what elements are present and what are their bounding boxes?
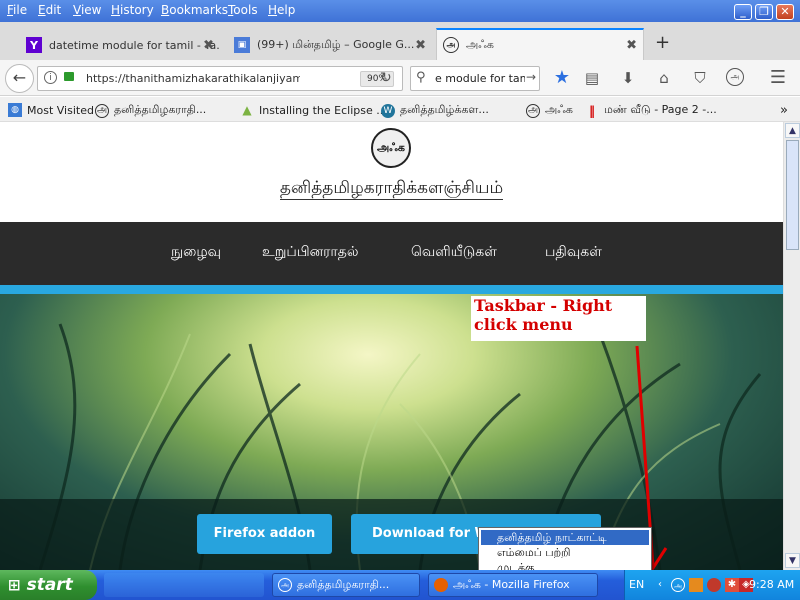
- windows-logo-icon: ⊞: [8, 576, 21, 594]
- nav-posts[interactable]: பதிவுகள்: [545, 244, 602, 262]
- tab-label: datetime module for tamil - Ya...: [49, 38, 220, 52]
- annotation-callout: Taskbar - Right click menu: [471, 296, 646, 341]
- tray-app-icon[interactable]: [689, 578, 703, 592]
- tray-app-icon[interactable]: [707, 578, 721, 592]
- page-content: அஃக தனித்தமிழகராதிக்களஞ்சியம் நுழைவு உறு…: [0, 122, 783, 570]
- home-icon[interactable]: ⌂: [654, 68, 674, 88]
- task-akarathi[interactable]: அ தனித்தமிழகராதி...: [272, 573, 420, 597]
- info-icon[interactable]: i: [44, 71, 57, 84]
- menu-file[interactable]: File: [7, 3, 27, 17]
- vertical-scrollbar[interactable]: ▲ ▼: [783, 122, 800, 570]
- language-indicator[interactable]: EN: [629, 578, 644, 591]
- task-firefox[interactable]: அஃக - Mozilla Firefox: [428, 573, 598, 597]
- url-bar[interactable]: i https://thanithamizhakarathikalanjiyam…: [37, 66, 403, 91]
- bookmarks-bar: ◍ Most Visited அ தனித்தமிழகராதி... ▲ Instal…: [0, 97, 800, 122]
- bookmark-star-icon[interactable]: ★: [552, 68, 572, 88]
- scroll-up-icon[interactable]: ▲: [785, 123, 800, 138]
- tab-close-icon[interactable]: ✖: [203, 38, 214, 53]
- globe-icon: ◍: [8, 103, 22, 117]
- android-icon: ▲: [242, 103, 252, 117]
- start-button[interactable]: ⊞ start: [0, 570, 97, 600]
- akka-tray-icon[interactable]: அ: [671, 578, 685, 592]
- menu-view[interactable]: View: [73, 3, 101, 17]
- firefox-icon: [434, 578, 448, 592]
- scroll-down-icon[interactable]: ▼: [785, 553, 800, 568]
- nav-publications[interactable]: வெளியீடுகள்: [411, 244, 497, 262]
- site-icon: அ: [278, 578, 292, 592]
- accent-divider: [0, 285, 783, 294]
- bluetooth-icon[interactable]: ✱: [725, 578, 739, 592]
- site-icon: அ: [526, 103, 540, 118]
- clock[interactable]: 9:28 AM: [749, 578, 794, 591]
- wordpress-icon: W: [381, 103, 395, 118]
- site-logo[interactable]: அஃக: [371, 128, 411, 168]
- close-window-button[interactable]: ✕: [776, 4, 794, 20]
- pocket-icon[interactable]: ⛉: [690, 68, 710, 88]
- firefox-addon-button[interactable]: Firefox addon: [197, 514, 332, 554]
- back-button[interactable]: ←: [5, 64, 34, 93]
- hamburger-menu-icon[interactable]: ☰: [768, 68, 788, 88]
- nav-login[interactable]: நுழைவு: [171, 244, 221, 262]
- lock-icon: [64, 72, 74, 81]
- site-title[interactable]: தனித்தமிழகராதிக்களஞ்சியம்: [0, 178, 783, 200]
- menu-tools[interactable]: Tools: [228, 3, 258, 17]
- search-go-icon[interactable]: →: [526, 70, 536, 84]
- tab-bar: Y datetime module for tamil - Ya... ✖ ▣ …: [0, 22, 800, 60]
- bookmark-thanithamizh[interactable]: W தனித்தமிழ்க்கள...: [381, 103, 489, 118]
- search-icon: ⚲: [416, 70, 426, 85]
- menu-edit[interactable]: Edit: [38, 3, 61, 17]
- bookmark-most-visited[interactable]: ◍ Most Visited: [8, 103, 94, 117]
- scroll-thumb[interactable]: [786, 140, 799, 250]
- system-tray: EN ‹ அ ✱ ◈ 9:28 AM: [624, 570, 800, 600]
- search-bar[interactable]: ⚲ e module for tamil →: [410, 66, 540, 91]
- taskbar: ⊞ start அ தனித்தமிழகராதி... அஃக - Mozill…: [0, 570, 800, 600]
- reload-icon[interactable]: ↻: [380, 70, 392, 86]
- hero-image: Firefox addon Download for W: [0, 294, 783, 570]
- menu-item-calendar[interactable]: தனித்தமிழ் நாட்காட்டி: [481, 530, 649, 545]
- bookmark-eclipse[interactable]: ▲ Installing the Eclipse ...: [240, 103, 386, 117]
- tray-expand-icon[interactable]: ‹: [653, 578, 667, 592]
- site-logo-icon: அ: [443, 37, 459, 53]
- yahoo-icon: Y: [26, 37, 42, 53]
- bookmark-mann-veedu[interactable]: ‖ மண் வீடு - Page 2 -...: [585, 103, 717, 118]
- bars-icon: ‖: [589, 103, 595, 118]
- google-groups-icon: ▣: [234, 37, 250, 53]
- tab-akka[interactable]: அ அஃக ✖: [436, 28, 644, 60]
- site-icon: அ: [95, 103, 109, 118]
- bookmark-akka[interactable]: அ அஃக: [526, 103, 573, 118]
- tab-label: (99+) மின்தமிழ் – Google G...: [257, 37, 415, 51]
- site-nav: நுழைவு உறுப்பினராதல் வெளியீடுகள் பதிவுகள…: [0, 222, 783, 285]
- bookmark-akarathi[interactable]: அ தனித்தமிழகராதி...: [95, 103, 206, 118]
- search-input[interactable]: e module for tamil: [435, 72, 525, 85]
- tab-label: அஃக: [466, 37, 494, 51]
- nav-toolbar: ← i https://thanithamizhakarathikalanjiy…: [0, 60, 800, 96]
- menu-bookmarks[interactable]: Bookmarks: [161, 3, 228, 17]
- tab-minthamizh[interactable]: ▣ (99+) மின்தமிழ் – Google G... ✖: [228, 30, 432, 60]
- menu-help[interactable]: Help: [268, 3, 295, 17]
- url-text[interactable]: https://thanithamizhakarathikalanjiyam.g…: [86, 72, 300, 85]
- tab-close-icon[interactable]: ✖: [415, 38, 426, 53]
- nav-register[interactable]: உறுப்பினராதல்: [262, 244, 358, 262]
- bookmarks-overflow-icon[interactable]: »: [780, 103, 788, 118]
- menu-history[interactable]: History: [111, 3, 154, 17]
- reading-list-icon[interactable]: ▤: [582, 68, 602, 88]
- menu-bar: File Edit View History Bookmarks Tools H…: [0, 0, 800, 22]
- restore-button[interactable]: ❐: [755, 4, 773, 20]
- addon-icon[interactable]: அ: [726, 68, 744, 86]
- tab-datetime[interactable]: Y datetime module for tamil - Ya... ✖: [20, 30, 220, 60]
- download-icon[interactable]: ⬇: [618, 68, 638, 88]
- quick-launch-area: [104, 573, 264, 597]
- minimize-button[interactable]: _: [734, 4, 752, 20]
- tab-close-icon[interactable]: ✖: [626, 38, 637, 53]
- new-tab-button[interactable]: +: [655, 32, 670, 53]
- menu-item-about[interactable]: எம்மைப் பற்றி: [481, 545, 649, 560]
